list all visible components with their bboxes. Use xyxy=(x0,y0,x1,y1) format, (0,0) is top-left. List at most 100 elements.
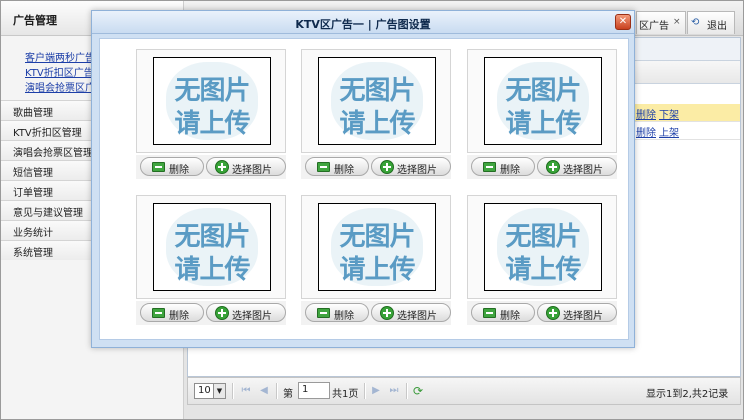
delete-button[interactable]: 删除 xyxy=(140,157,204,176)
app-window: 广告管理 客户端两秒广告 KTV折扣区广告 演唱会抢票区广告 歌曲管理 KTV折… xyxy=(0,0,744,420)
placeholder-image: 无图片 请上传 xyxy=(484,203,602,291)
sidebar-header-label: 广告管理 xyxy=(13,14,57,27)
page-total: 共1页 xyxy=(332,389,359,400)
minus-icon xyxy=(317,308,330,318)
image-slot-actions: 删除 选择图片 xyxy=(301,301,451,325)
page-size-select[interactable]: 10 ▼ xyxy=(194,383,226,399)
sidebar-subitem-ktv-ad[interactable]: KTV折扣区广告 xyxy=(25,64,94,79)
placeholder-text-line2: 请上传 xyxy=(339,255,415,285)
placeholder-text-line1: 无图片 xyxy=(174,222,250,252)
sidebar-item-label: KTV折扣区管理 xyxy=(13,128,82,139)
placeholder-text-line2: 请上传 xyxy=(339,109,415,139)
pager-separator xyxy=(276,383,278,399)
image-slot-frame: 无图片 请上传 xyxy=(301,49,451,153)
placeholder-text-line1: 无图片 xyxy=(174,76,250,106)
tab-exit[interactable]: ⟲ 退出 xyxy=(687,11,735,34)
placeholder-image: 无图片 请上传 xyxy=(318,203,436,291)
sidebar-subitem-client-ad[interactable]: 客户端两秒广告 xyxy=(25,49,95,64)
close-icon[interactable]: ✕ xyxy=(615,14,631,30)
refresh-icon[interactable]: ⟳ xyxy=(410,383,426,399)
delete-button[interactable]: 删除 xyxy=(471,303,535,322)
sidebar-item-label: 意见与建议管理 xyxy=(13,208,83,219)
ad-image-dialog: KTV区广告一 | 广告图设置 ✕ 无图片 请上传 删除 选择图片 无图片 请上… xyxy=(91,10,635,348)
placeholder-image: 无图片 请上传 xyxy=(484,57,602,145)
placeholder-text-line2: 请上传 xyxy=(505,109,581,139)
select-image-button[interactable]: 选择图片 xyxy=(206,157,286,176)
image-slot: 无图片 请上传 删除 选择图片 xyxy=(301,49,451,179)
unpublish-link[interactable]: 下架 xyxy=(659,106,679,121)
select-image-button[interactable]: 选择图片 xyxy=(206,303,286,322)
page-number-input[interactable]: 1 xyxy=(298,382,330,399)
pagination-bar: 10 ▼ ⏮ ◀ 第 1 共1页 ▶ ⏭ ⟳ 显示1到2,共2记录 xyxy=(187,377,741,405)
delete-label: 删除 xyxy=(169,165,189,176)
pager-separator xyxy=(364,383,366,399)
next-page-icon[interactable]: ▶ xyxy=(368,383,384,399)
image-slot-frame: 无图片 请上传 xyxy=(467,49,617,153)
image-slot: 无图片 请上传 删除 选择图片 xyxy=(301,195,451,325)
pager-summary: 显示1到2,共2记录 xyxy=(646,389,729,400)
select-image-button[interactable]: 选择图片 xyxy=(537,303,617,322)
plus-icon xyxy=(215,160,229,174)
last-page-icon[interactable]: ⏭ xyxy=(386,383,402,399)
dialog-body: 无图片 请上传 删除 选择图片 无图片 请上传 删除 选择图片 无图片 请上传 … xyxy=(99,38,629,340)
image-slot: 无图片 请上传 删除 选择图片 xyxy=(467,195,617,325)
plus-icon xyxy=(380,306,394,320)
delete-label: 删除 xyxy=(169,311,189,322)
select-image-label: 选择图片 xyxy=(232,165,272,176)
placeholder-text-line1: 无图片 xyxy=(505,222,581,252)
image-slot-actions: 删除 选择图片 xyxy=(136,301,286,325)
placeholder-text-line1: 无图片 xyxy=(339,222,415,252)
image-slot-actions: 删除 选择图片 xyxy=(467,155,617,179)
select-image-label: 选择图片 xyxy=(563,165,603,176)
select-image-button[interactable]: 选择图片 xyxy=(537,157,617,176)
image-slot-frame: 无图片 请上传 xyxy=(467,195,617,299)
delete-label: 删除 xyxy=(500,165,520,176)
sidebar-item-label: 订单管理 xyxy=(13,188,53,199)
sidebar-item-label: 演唱会抢票区管理 xyxy=(13,148,93,159)
minus-icon xyxy=(152,308,165,318)
pager-separator xyxy=(232,383,234,399)
chevron-down-icon: ▼ xyxy=(213,384,225,398)
dialog-titlebar[interactable]: KTV区广告一 | 广告图设置 ✕ xyxy=(92,11,634,34)
image-slot: 无图片 请上传 删除 选择图片 xyxy=(467,49,617,179)
plus-icon xyxy=(546,306,560,320)
delete-button[interactable]: 删除 xyxy=(140,303,204,322)
image-slot: 无图片 请上传 删除 选择图片 xyxy=(136,49,286,179)
pager-separator xyxy=(406,383,408,399)
sidebar-item-label: 系统管理 xyxy=(13,248,53,259)
delete-label: 删除 xyxy=(334,165,354,176)
select-image-label: 选择图片 xyxy=(397,165,437,176)
image-slot-actions: 删除 选择图片 xyxy=(301,155,451,179)
delete-button[interactable]: 删除 xyxy=(305,303,369,322)
placeholder-image: 无图片 请上传 xyxy=(153,203,271,291)
image-slot-frame: 无图片 请上传 xyxy=(136,195,286,299)
image-slot: 无图片 请上传 删除 选择图片 xyxy=(136,195,286,325)
tab-label: 区广告 xyxy=(639,21,669,32)
prev-page-icon[interactable]: ◀ xyxy=(256,383,272,399)
minus-icon xyxy=(152,162,165,172)
select-image-label: 选择图片 xyxy=(563,311,603,322)
placeholder-text-line2: 请上传 xyxy=(174,109,250,139)
first-page-icon[interactable]: ⏮ xyxy=(238,383,254,399)
delete-button[interactable]: 删除 xyxy=(305,157,369,176)
image-slot-actions: 删除 选择图片 xyxy=(136,155,286,179)
image-slot-actions: 删除 选择图片 xyxy=(467,301,617,325)
delete-button[interactable]: 删除 xyxy=(471,157,535,176)
placeholder-text-line1: 无图片 xyxy=(339,76,415,106)
placeholder-text-line2: 请上传 xyxy=(174,255,250,285)
tab-ktv-ad[interactable]: 区广告 × xyxy=(636,11,686,34)
image-slot-frame: 无图片 请上传 xyxy=(301,195,451,299)
select-image-button[interactable]: 选择图片 xyxy=(371,157,451,176)
placeholder-text-line2: 请上传 xyxy=(505,255,581,285)
sidebar-item-label: 业务统计 xyxy=(13,228,53,239)
delete-link[interactable]: 删除 xyxy=(636,124,656,139)
page-size-value: 10 xyxy=(198,385,211,396)
select-image-label: 选择图片 xyxy=(397,311,437,322)
plus-icon xyxy=(215,306,229,320)
select-image-label: 选择图片 xyxy=(232,311,272,322)
select-image-button[interactable]: 选择图片 xyxy=(371,303,451,322)
exit-icon: ⟲ xyxy=(691,17,700,28)
publish-link[interactable]: 上架 xyxy=(659,124,679,139)
delete-link[interactable]: 删除 xyxy=(636,106,656,121)
tab-close-icon[interactable]: × xyxy=(673,17,681,27)
